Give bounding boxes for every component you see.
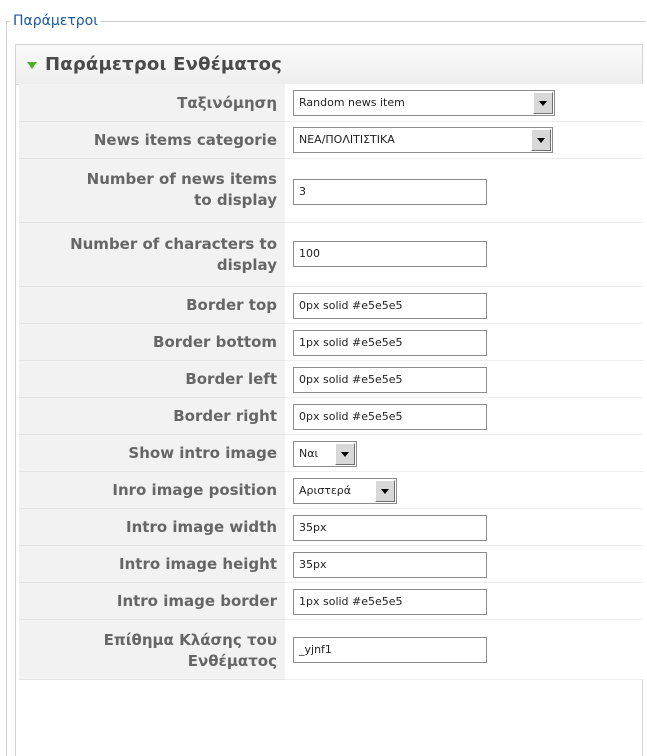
show-intro-image-select[interactable]: Ναι (293, 441, 357, 467)
border-left-input[interactable]: 0px solid #e5e5e5 (293, 367, 487, 393)
row-ordering: Ταξινόμηση Random news item (19, 84, 643, 122)
row-intro-image-position: Inro image position Αριστερά (19, 472, 643, 509)
num-chars-value-cell: 100 (285, 223, 643, 287)
category-label: News items categorie (19, 122, 285, 159)
row-category: News items categorie ΝΕΑ/ΠΟΛΙΤΙΣΤΙΚΑ (19, 122, 643, 159)
category-select[interactable]: ΝΕΑ/ΠΟΛΙΤΙΣΤΙΚΑ (293, 127, 553, 153)
show-intro-image-selected-value: Ναι (299, 447, 319, 460)
row-num-chars: Number of characters to display 100 (19, 223, 643, 287)
intro-image-width-value-cell: 35px (285, 509, 643, 546)
panel-title[interactable]: Παράμετροι Ενθέματος (45, 53, 282, 77)
module-class-suffix-input[interactable]: _yjnf1 (293, 637, 487, 663)
ordering-dropdown-button[interactable] (533, 92, 553, 114)
module-class-suffix-label-line1: Επίθημα Κλάσης του (103, 631, 277, 649)
num-items-value-cell: 3 (285, 159, 643, 223)
intro-image-position-label-text: Inro image position (112, 481, 277, 499)
fieldset-border-left (6, 21, 7, 756)
show-intro-image-label-text: Show intro image (128, 444, 277, 462)
border-left-value-cell: 0px solid #e5e5e5 (285, 361, 643, 398)
category-label-text: News items categorie (93, 131, 277, 149)
ordering-value-cell: Random news item (285, 84, 643, 122)
intro-image-height-input[interactable]: 35px (293, 552, 487, 578)
row-num-items: Number of news items to display 3 (19, 159, 643, 223)
border-top-value-cell: 0px solid #e5e5e5 (285, 287, 643, 324)
row-border-left: Border left 0px solid #e5e5e5 (19, 361, 643, 398)
intro-image-position-select[interactable]: Αριστερά (293, 478, 397, 504)
border-top-label: Border top (19, 287, 285, 324)
panel-header[interactable]: Παράμετροι Ενθέματος (16, 45, 642, 85)
ordering-label: Ταξινόμηση (19, 84, 285, 122)
category-value-cell: ΝΕΑ/ΠΟΛΙΤΙΣΤΙΚΑ (285, 122, 643, 159)
intro-image-position-value-cell: Αριστερά (285, 472, 643, 509)
ordering-selected-value: Random news item (299, 96, 405, 109)
row-module-class-suffix: Επίθημα Κλάσης του Ενθέματος _yjnf1 (19, 620, 643, 680)
row-intro-image-border: Intro image border 1px solid #e5e5e5 (19, 583, 643, 620)
border-top-input[interactable]: 0px solid #e5e5e5 (293, 293, 487, 319)
border-left-label: Border left (19, 361, 285, 398)
row-show-intro-image: Show intro image Ναι (19, 435, 643, 472)
intro-image-border-label-text: Intro image border (116, 592, 277, 610)
intro-image-width-label-text: Intro image width (126, 518, 277, 536)
chevron-down-icon (341, 452, 349, 457)
ordering-label-text: Ταξινόμηση (177, 94, 277, 112)
border-right-label-text: Border right (173, 407, 277, 425)
border-bottom-label: Border bottom (19, 324, 285, 361)
row-border-top: Border top 0px solid #e5e5e5 (19, 287, 643, 324)
chevron-down-icon (539, 101, 547, 106)
category-dropdown-button[interactable] (531, 129, 551, 151)
num-items-label-line1: Number of news items (86, 170, 277, 188)
num-items-label-line2: to display (194, 191, 277, 209)
ordering-select[interactable]: Random news item (293, 90, 555, 116)
triangle-down-icon[interactable] (27, 62, 37, 69)
module-class-suffix-label-line2: Ενθέματος (187, 652, 277, 670)
num-chars-label-line1: Number of characters to (70, 235, 277, 253)
show-intro-image-dropdown-button[interactable] (335, 443, 355, 465)
fieldset-legend: Παράμετροι (10, 10, 101, 32)
border-left-label-text: Border left (185, 370, 277, 388)
show-intro-image-value-cell: Ναι (285, 435, 643, 472)
num-chars-label: Number of characters to display (19, 223, 285, 287)
category-selected-value: ΝΕΑ/ΠΟΛΙΤΙΣΤΙΚΑ (299, 133, 395, 146)
module-class-suffix-value-cell: _yjnf1 (285, 620, 643, 680)
row-intro-image-height: Intro image height 35px (19, 546, 643, 583)
num-chars-input[interactable]: 100 (293, 241, 487, 267)
row-intro-image-width: Intro image width 35px (19, 509, 643, 546)
num-chars-label-line2: display (216, 256, 277, 274)
intro-image-position-dropdown-button[interactable] (375, 480, 395, 502)
module-class-suffix-label: Επίθημα Κλάσης του Ενθέματος (19, 620, 285, 680)
intro-image-border-label: Intro image border (19, 583, 285, 620)
border-right-input[interactable]: 0px solid #e5e5e5 (293, 404, 487, 430)
intro-image-border-value-cell: 1px solid #e5e5e5 (285, 583, 643, 620)
border-top-label-text: Border top (186, 296, 277, 314)
border-bottom-value-cell: 1px solid #e5e5e5 (285, 324, 643, 361)
intro-image-width-input[interactable]: 35px (293, 515, 487, 541)
num-items-input[interactable]: 3 (293, 179, 487, 205)
border-bottom-label-text: Border bottom (153, 333, 277, 351)
fieldset-border-top (6, 21, 646, 22)
intro-image-width-label: Intro image width (19, 509, 285, 546)
row-border-bottom: Border bottom 1px solid #e5e5e5 (19, 324, 643, 361)
intro-image-height-label: Intro image height (19, 546, 285, 583)
intro-image-position-selected-value: Αριστερά (299, 484, 352, 497)
intro-image-border-input[interactable]: 1px solid #e5e5e5 (293, 589, 487, 615)
border-bottom-input[interactable]: 1px solid #e5e5e5 (293, 330, 487, 356)
intro-image-height-value-cell: 35px (285, 546, 643, 583)
module-parameters-page: Παράμετροι Παράμετροι Ενθέματος Ταξινόμη… (0, 0, 647, 756)
border-right-value-cell: 0px solid #e5e5e5 (285, 398, 643, 435)
intro-image-position-label: Inro image position (19, 472, 285, 509)
row-border-right: Border right 0px solid #e5e5e5 (19, 398, 643, 435)
intro-image-height-label-text: Intro image height (119, 555, 277, 573)
num-items-label: Number of news items to display (19, 159, 285, 223)
show-intro-image-label: Show intro image (19, 435, 285, 472)
chevron-down-icon (537, 138, 545, 143)
border-right-label: Border right (19, 398, 285, 435)
chevron-down-icon (381, 489, 389, 494)
